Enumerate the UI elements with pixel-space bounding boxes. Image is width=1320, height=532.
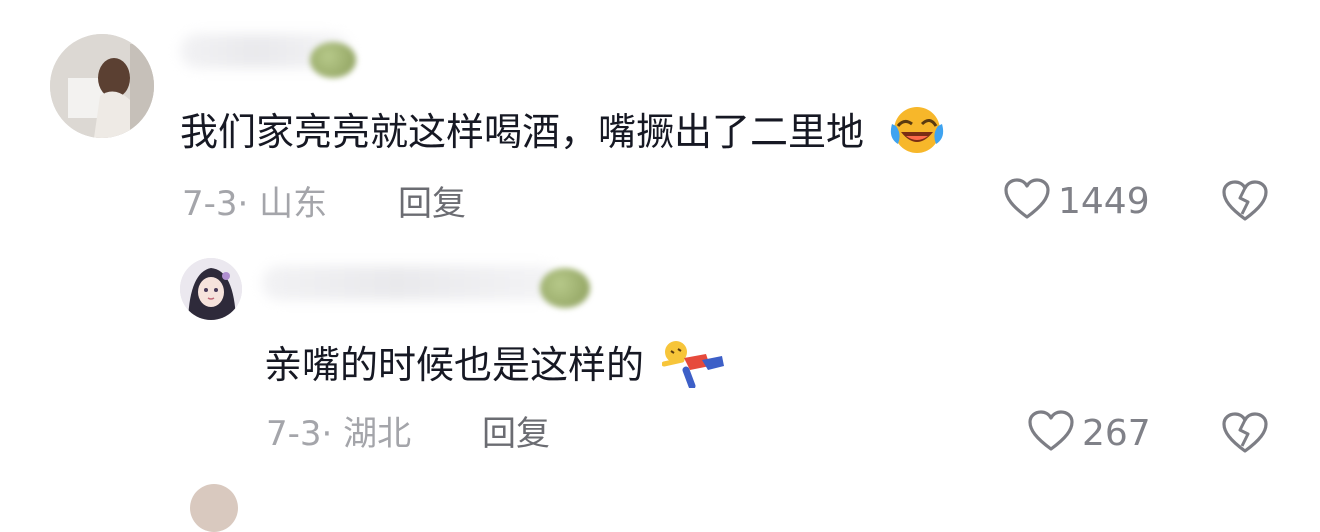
comment-date-location: 7-3· 湖北: [266, 414, 412, 454]
pushing-figure-emoji: [661, 336, 726, 399]
like-count: 267: [1082, 412, 1151, 454]
dislike-button[interactable]: [1222, 180, 1268, 226]
avatar[interactable]: [50, 34, 154, 138]
laughing-tears-emoji: [888, 104, 946, 165]
heart-icon: [1028, 410, 1074, 456]
like-count: 1449: [1058, 180, 1150, 222]
user-badge: [540, 268, 590, 308]
avatar[interactable]: [180, 258, 242, 320]
comment-date-location: 7-3· 山东: [182, 184, 328, 224]
username-blurred[interactable]: [262, 266, 562, 300]
reply-button[interactable]: 回复: [482, 412, 550, 456]
broken-heart-icon: [1222, 412, 1268, 458]
avatar[interactable]: [190, 484, 238, 532]
like-button[interactable]: 267: [1028, 410, 1151, 456]
reply-button[interactable]: 回复: [398, 182, 466, 226]
dislike-button[interactable]: [1222, 412, 1268, 458]
comment-text-content: 亲嘴的时候也是这样的: [264, 343, 645, 387]
comment-text-content: 我们家亮亮就这样喝酒，嘴撅出了二里地: [180, 110, 865, 154]
heart-icon: [1004, 178, 1050, 224]
user-badge: [310, 42, 356, 78]
comment-text: 我们家亮亮就这样喝酒，嘴撅出了二里地: [180, 104, 946, 165]
broken-heart-icon: [1222, 180, 1268, 226]
comment-text: 亲嘴的时候也是这样的: [264, 336, 726, 399]
like-button[interactable]: 1449: [1004, 178, 1150, 224]
